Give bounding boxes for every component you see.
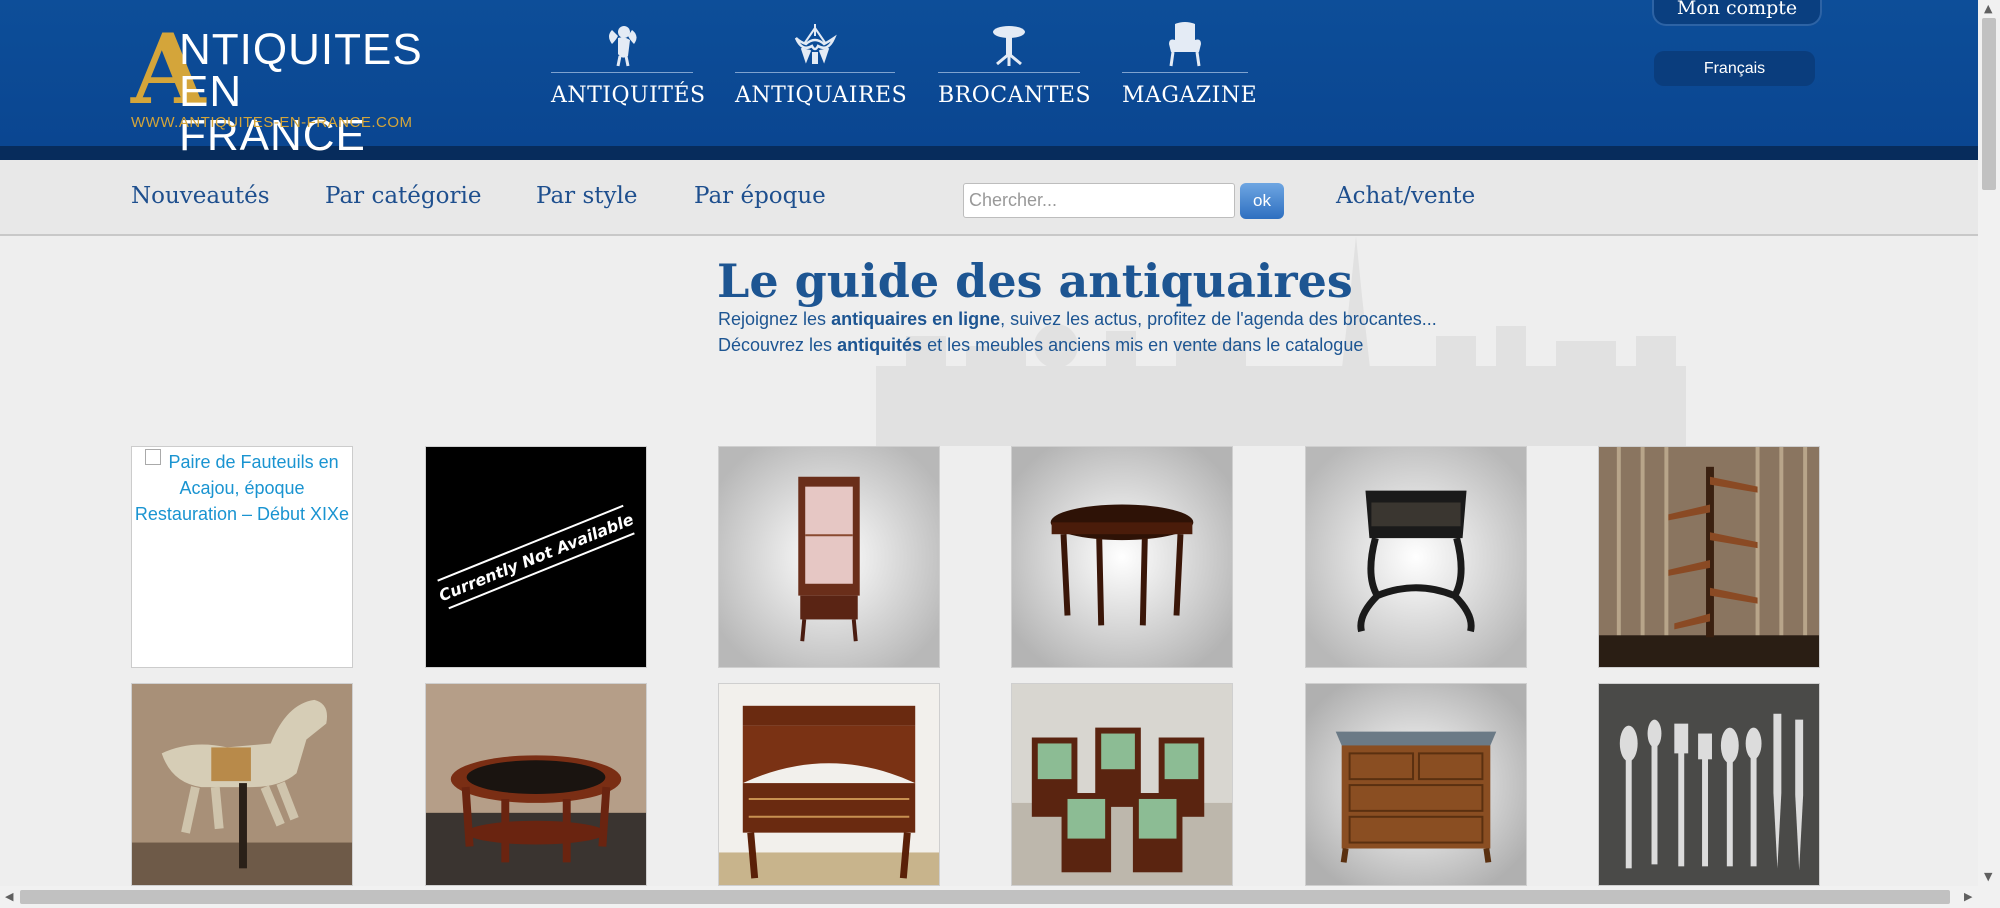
topnav-magazine[interactable]: MAGAZINE: [1122, 22, 1257, 112]
green-armchairs-image: [1012, 684, 1232, 885]
horizontal-scrollbar-thumb[interactable]: [20, 890, 1950, 904]
vertical-scrollbar-thumb[interactable]: [1982, 18, 1996, 190]
subnav-achat-vente[interactable]: Achat/vente: [1336, 183, 1475, 209]
topnav-label: BROCANTES: [938, 83, 1092, 108]
subnav-nouveautes[interactable]: Nouveautés: [131, 183, 270, 209]
scroll-right-arrow-icon[interactable]: ▶: [1964, 890, 1972, 903]
link-antiquites[interactable]: antiquités: [837, 335, 922, 355]
hero-line-1: Rejoignez les antiquaires en ligne, suiv…: [718, 309, 1437, 329]
chandelier-icon: [794, 24, 837, 64]
language-button[interactable]: Français: [1654, 51, 1815, 86]
product-tile-side-table[interactable]: [1305, 446, 1527, 668]
scroll-down-arrow-icon[interactable]: ▼: [1984, 870, 1992, 883]
link-antiquaires-en-ligne[interactable]: antiquaires en ligne: [831, 309, 1000, 329]
product-tile-horse[interactable]: [131, 683, 353, 886]
product-tile-unavailable[interactable]: Currently Not Available: [425, 446, 647, 668]
cylinder-desk-image: [719, 684, 939, 885]
chest-of-drawers-image: [1306, 684, 1526, 885]
topnav-antiquites[interactable]: ANTIQUITÉS: [551, 22, 705, 112]
topnav-antiquaires[interactable]: ANTIQUAIRES: [735, 22, 907, 112]
scroll-left-arrow-icon[interactable]: ◀: [5, 890, 13, 903]
subnav-par-style[interactable]: Par style: [536, 183, 637, 209]
product-tile-cutlery[interactable]: [1598, 683, 1820, 886]
spiral-staircase-image: [1599, 447, 1819, 667]
broken-image-alt: Paire de Fauteuils en Acajou, époque Res…: [134, 452, 350, 524]
product-tile-round-table[interactable]: [1011, 446, 1233, 668]
scroll-up-arrow-icon[interactable]: ▲: [1984, 2, 1992, 15]
site-logo[interactable]: A NTIQUITES EN FRANCE WWW.ANTIQUITES-EN-…: [131, 22, 436, 158]
subnav-par-categorie[interactable]: Par catégorie: [325, 183, 481, 209]
pedestal-table-icon: [993, 26, 1025, 66]
round-table-image: [1012, 447, 1232, 667]
product-tile-fauteuils[interactable]: Paire de Fauteuils en Acajou, époque Res…: [131, 446, 353, 668]
page-title: Le guide des antiquaires: [717, 254, 1353, 308]
search-ok-button[interactable]: ok: [1240, 183, 1284, 219]
subnav-par-epoque[interactable]: Par époque: [694, 183, 826, 209]
account-button[interactable]: Mon compte: [1652, 0, 1822, 26]
silver-cutlery-image: [1599, 684, 1819, 885]
topnav-rule: [1122, 72, 1248, 73]
product-tile-cylinder-desk[interactable]: [718, 683, 940, 886]
cherub-icon: [609, 26, 637, 67]
topnav-label: ANTIQUITÉS: [551, 83, 706, 108]
product-tile-coffee-table[interactable]: [425, 683, 647, 886]
topnav-label: ANTIQUAIRES: [735, 83, 908, 108]
lacquer-side-table-image: [1306, 447, 1526, 667]
logo-url: WWW.ANTIQUITES-EN-FRANCE.COM: [131, 114, 413, 131]
product-tile-armchairs[interactable]: [1011, 683, 1233, 886]
topnav-label: MAGAZINE: [1122, 83, 1258, 108]
oval-coffee-table-image: [426, 684, 646, 885]
product-tile-commode[interactable]: [1305, 683, 1527, 886]
product-tile-vitrine[interactable]: [718, 446, 940, 668]
topnav-brocantes[interactable]: BROCANTES: [938, 22, 1091, 112]
armchair-icon: [1169, 22, 1201, 67]
carousel-horse-image: [132, 684, 352, 885]
topnav-rule: [938, 72, 1080, 73]
search-input[interactable]: [963, 183, 1235, 218]
not-available-image: Currently Not Available: [426, 447, 646, 667]
hero-line-2: Découvrez les antiquités et les meubles …: [718, 335, 1364, 355]
topnav-rule: [551, 72, 693, 73]
topnav-rule: [735, 72, 895, 73]
vitrine-cabinet-image: [719, 447, 939, 667]
broken-image-icon: [145, 449, 162, 465]
logo-line1: NTIQUITES: [179, 25, 423, 74]
product-tile-staircase[interactable]: [1598, 446, 1820, 668]
